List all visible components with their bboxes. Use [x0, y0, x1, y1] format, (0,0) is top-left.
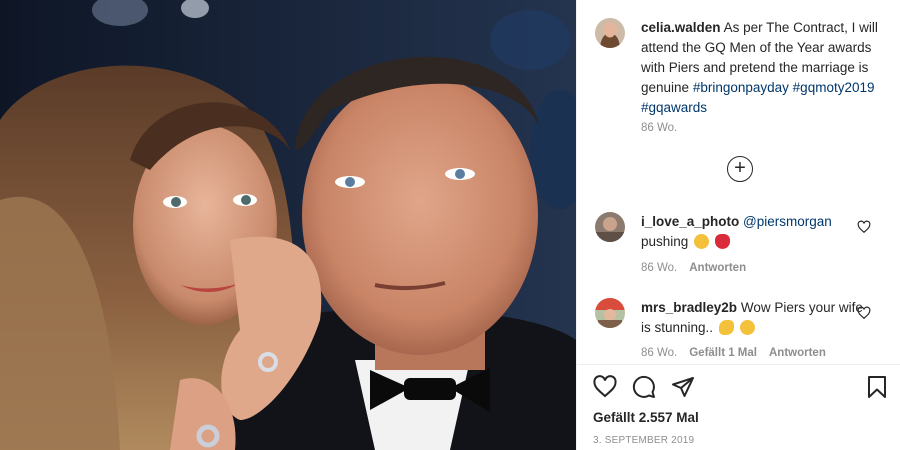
mention-link[interactable]: @piersmorgan — [743, 214, 832, 229]
comments-scroll-area[interactable]: celia.walden As per The Contract, I will… — [577, 0, 900, 365]
comment-text: mrs_bradley2b Wow Piers your wife is stu… — [641, 298, 871, 338]
likes-count[interactable]: Gefällt 2.557 Mal — [593, 410, 699, 425]
heart-icon[interactable] — [593, 375, 617, 399]
laughing-emoji — [694, 234, 710, 249]
smiling-emoji — [739, 320, 755, 335]
post-side-panel: celia.walden As per The Contract, I will… — [576, 0, 900, 450]
share-icon[interactable] — [671, 375, 695, 399]
bookmark-icon[interactable] — [865, 375, 889, 399]
lips-emoji — [714, 234, 730, 249]
commenter-avatar[interactable] — [595, 298, 625, 328]
commenter-username[interactable]: mrs_bradley2b — [641, 300, 737, 315]
comment-item: i_love_a_photo @piersmorgan pushing — [595, 212, 895, 252]
comment-meta: 86 Wo. Antworten — [641, 262, 746, 274]
post-date: 3. SEPTEMBER 2019 — [593, 435, 695, 446]
author-avatar[interactable] — [595, 18, 625, 48]
clapping-emoji — [718, 320, 734, 335]
caption-text-block: celia.walden As per The Contract, I will… — [641, 18, 895, 118]
comment-item: mrs_bradley2b Wow Piers your wife is stu… — [595, 298, 895, 338]
action-bar — [593, 375, 695, 399]
hashtag-link[interactable]: #gqawards — [641, 100, 707, 115]
comment-text: i_love_a_photo @piersmorgan pushing — [641, 212, 871, 252]
comment-body: pushing — [641, 234, 689, 249]
selfie-image — [0, 0, 576, 450]
commenter-username[interactable]: i_love_a_photo — [641, 214, 739, 229]
comment-time: 86 Wo. — [641, 347, 678, 359]
author-username[interactable]: celia.walden — [641, 20, 721, 35]
heart-icon[interactable] — [857, 306, 871, 320]
comment-meta: 86 Wo. Gefällt 1 Mal Antworten — [641, 347, 826, 359]
comment-time: 86 Wo. — [641, 262, 678, 274]
post-caption: celia.walden As per The Contract, I will… — [595, 18, 895, 118]
commenter-avatar[interactable] — [595, 212, 625, 242]
reply-button[interactable]: Antworten — [689, 262, 746, 274]
reply-button[interactable]: Antworten — [769, 347, 826, 359]
post-photo[interactable] — [0, 0, 576, 450]
comment-like-count[interactable]: Gefällt 1 Mal — [689, 347, 757, 359]
caption-time: 86 Wo. — [641, 122, 678, 134]
load-more-comments-button[interactable]: + — [727, 156, 753, 182]
comment-icon[interactable] — [632, 375, 656, 399]
post-footer: Gefällt 2.557 Mal 3. SEPTEMBER 2019 — [577, 364, 900, 450]
hashtag-link[interactable]: #gqmoty2019 — [793, 80, 875, 95]
instagram-post: celia.walden As per The Contract, I will… — [0, 0, 900, 450]
plus-circle-icon: + — [734, 157, 746, 179]
hashtag-link[interactable]: #bringonpayday — [693, 80, 789, 95]
heart-icon[interactable] — [857, 220, 871, 234]
